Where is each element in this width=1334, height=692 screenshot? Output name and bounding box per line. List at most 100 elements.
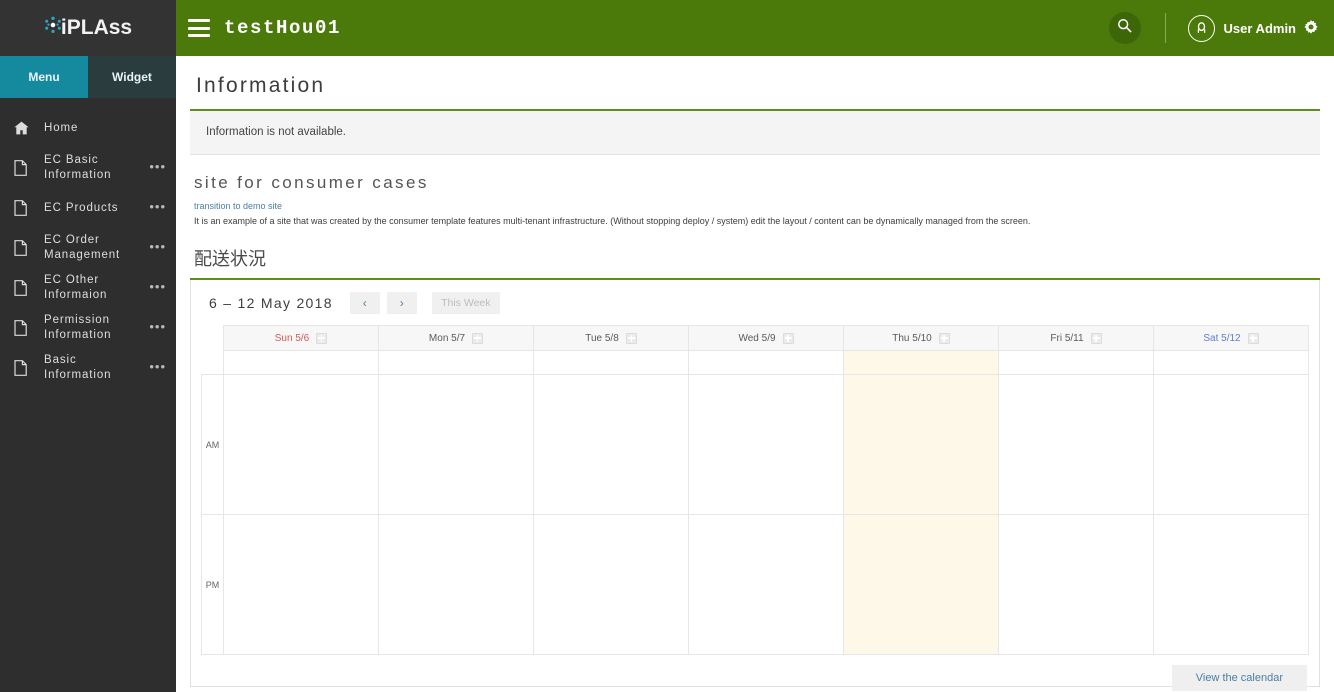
sidebar-item-label: EC Other Informaion: [44, 274, 108, 301]
calendar-next-button[interactable]: ›: [386, 292, 417, 314]
tab-menu[interactable]: Menu: [0, 56, 88, 98]
calendar-cell[interactable]: [533, 350, 689, 375]
tenant-title: testHou01: [224, 17, 342, 39]
gear-icon[interactable]: [1304, 19, 1318, 37]
sidebar-item-more-icon[interactable]: •••: [148, 360, 166, 375]
calendar-cell[interactable]: [223, 374, 379, 515]
calendar-cell-today[interactable]: [843, 514, 999, 655]
sidebar-item-more-icon[interactable]: [148, 127, 166, 130]
sidebar-menu-list: Home EC Basic Information ••• EC Product…: [0, 98, 176, 692]
calendar-body: AM PM: [201, 350, 1309, 655]
user-avatar-icon[interactable]: [1187, 14, 1215, 42]
sidebar-item-ec-other-information[interactable]: EC Other Informaion •••: [0, 268, 176, 308]
calendar-cell[interactable]: [378, 374, 534, 515]
calendar-cell[interactable]: [378, 350, 534, 375]
sidebar-item-ec-order-management[interactable]: EC Order Management •••: [0, 228, 176, 268]
topbar-divider: [1164, 13, 1166, 43]
sidebar-item-label: Permission Information: [44, 314, 112, 341]
sidebar-item-basic-information[interactable]: Basic Information •••: [0, 348, 176, 388]
calendar-this-week-button[interactable]: This Week: [431, 292, 500, 314]
calendar-cell[interactable]: [1153, 374, 1309, 515]
calendar-day-header[interactable]: Wed 5/9: [688, 325, 844, 351]
add-event-icon[interactable]: [1247, 332, 1259, 344]
sidebar-item-more-icon[interactable]: •••: [148, 280, 166, 295]
calendar-cell[interactable]: [223, 350, 379, 375]
search-icon: [1117, 18, 1132, 38]
sidebar-item-ec-basic-information[interactable]: EC Basic Information •••: [0, 148, 176, 188]
calendar-cell[interactable]: [688, 350, 844, 375]
view-calendar-button[interactable]: View the calendar: [1171, 665, 1307, 691]
calendar-footer: View the calendar: [191, 655, 1319, 691]
add-event-icon[interactable]: [625, 332, 637, 344]
add-event-icon[interactable]: [316, 332, 328, 344]
brand-logo: iPLAss: [44, 16, 132, 40]
sidebar-item-more-icon[interactable]: •••: [148, 240, 166, 255]
calendar-day-label: Sat 5/12: [1203, 332, 1241, 344]
calendar-day-label: Tue 5/8: [585, 332, 619, 344]
sidebar-item-more-icon[interactable]: •••: [148, 200, 166, 215]
calendar-cell[interactable]: [533, 514, 689, 655]
sidebar: iPLAss Menu Widget Home EC Basic Informa…: [0, 0, 176, 692]
sidebar-tabs: Menu Widget: [0, 56, 176, 98]
content-area: Information Information is not available…: [176, 56, 1334, 692]
app-root: iPLAss Menu Widget Home EC Basic Informa…: [0, 0, 1334, 692]
calendar-cell[interactable]: [688, 374, 844, 515]
logo-text: iPLAss: [61, 16, 132, 40]
calendar-cell[interactable]: [1153, 514, 1309, 655]
calendar-day-label: Mon 5/7: [428, 332, 466, 344]
hamburger-bar: [188, 26, 210, 30]
calendar-day-header[interactable]: Sat 5/12: [1153, 325, 1309, 351]
calendar-cell[interactable]: [533, 374, 689, 515]
calendar-day-header[interactable]: Sun 5/6: [223, 325, 379, 351]
add-event-icon[interactable]: [472, 332, 484, 344]
add-event-icon[interactable]: [782, 332, 794, 344]
sidebar-item-home[interactable]: Home: [0, 108, 176, 148]
calendar-day-header[interactable]: Mon 5/7: [378, 325, 534, 351]
search-button[interactable]: [1108, 12, 1141, 44]
info-message: Information is not available.: [206, 126, 346, 138]
calendar-am-row: AM: [201, 374, 1309, 515]
calendar-range-label: 6 – 12 May 2018: [209, 295, 333, 311]
add-event-icon[interactable]: [938, 332, 950, 344]
sidebar-item-more-icon[interactable]: •••: [148, 160, 166, 175]
calendar-cell[interactable]: [223, 514, 379, 655]
sidebar-item-label: EC Products: [44, 201, 119, 214]
calendar-day-header-today[interactable]: Thu 5/10: [843, 325, 999, 351]
calendar-day-header[interactable]: Fri 5/11: [998, 325, 1154, 351]
demo-site-link[interactable]: transition to demo site: [190, 197, 1320, 214]
logo-area[interactable]: iPLAss: [0, 0, 176, 56]
calendar-section-title: 配送状況: [194, 249, 266, 269]
calendar-head: Sun 5/6 Mon 5/7 Tue 5/8 Wed 5/9 Thu 5/10…: [201, 325, 1309, 351]
sidebar-item-more-icon[interactable]: •••: [148, 320, 166, 335]
calendar-cell[interactable]: [378, 514, 534, 655]
document-icon: [14, 320, 36, 336]
calendar-day-label: Thu 5/10: [892, 332, 932, 344]
logo-text-rest: PLAss: [66, 16, 133, 39]
sidebar-item-label: Home: [44, 121, 79, 134]
calendar-cell[interactable]: [1153, 350, 1309, 375]
calendar-cell-today[interactable]: [843, 374, 999, 515]
document-icon: [14, 240, 36, 256]
calendar-toolbar: 6 – 12 May 2018 ‹ › This Week: [191, 280, 1319, 325]
topbar: testHou01 User Admin: [176, 0, 1334, 56]
calendar-prev-button[interactable]: ‹: [349, 292, 380, 314]
calendar-cell-today[interactable]: [843, 350, 999, 375]
calendar-cell[interactable]: [688, 514, 844, 655]
add-event-icon[interactable]: [1090, 332, 1102, 344]
calendar-cell[interactable]: [998, 514, 1154, 655]
sidebar-item-ec-products[interactable]: EC Products •••: [0, 188, 176, 228]
sidebar-item-permission-information[interactable]: Permission Information •••: [0, 308, 176, 348]
sidebar-item-label: EC Order Management: [44, 234, 121, 261]
tab-widget[interactable]: Widget: [88, 56, 176, 98]
section-title: site for consumer cases: [194, 173, 429, 192]
calendar-row-label: AM: [201, 374, 224, 515]
calendar-gutter-header: [201, 325, 224, 351]
calendar-cell[interactable]: [998, 374, 1154, 515]
calendar-day-header[interactable]: Tue 5/8: [533, 325, 689, 351]
calendar-row-label: [201, 350, 224, 375]
sidebar-item-label: EC Basic Information: [44, 154, 112, 181]
hamburger-icon[interactable]: [188, 19, 210, 37]
topbar-right: User Admin: [1108, 12, 1318, 44]
starburst-icon: [44, 16, 62, 34]
calendar-cell[interactable]: [998, 350, 1154, 375]
